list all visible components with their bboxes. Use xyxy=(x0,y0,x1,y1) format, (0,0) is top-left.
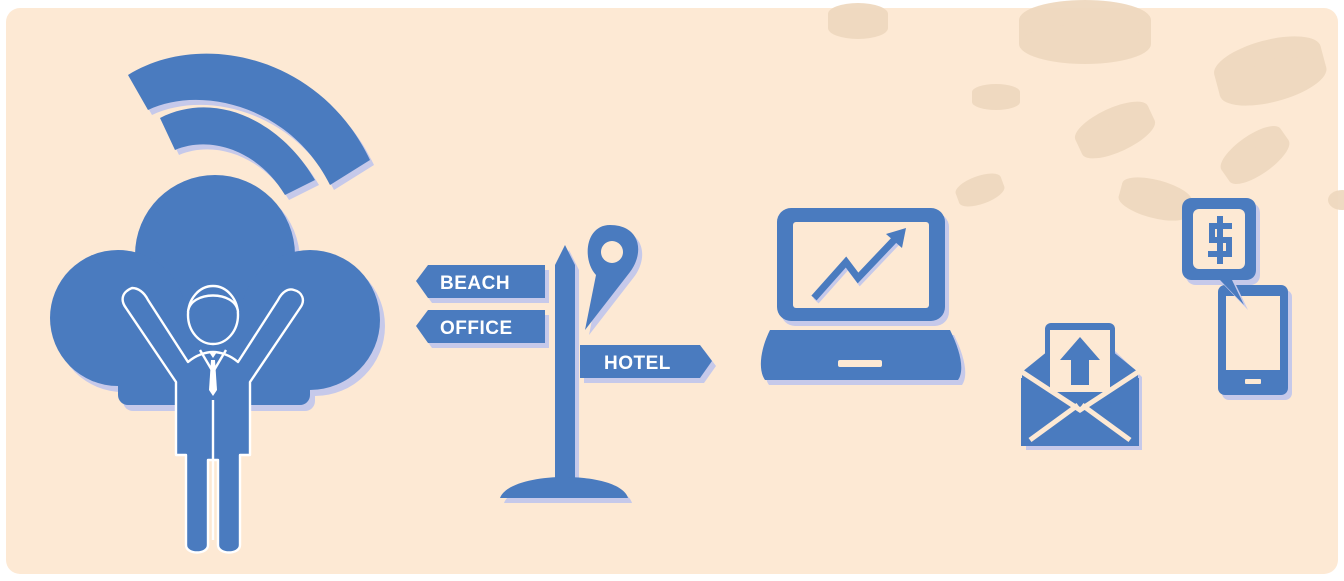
smartphone-icon xyxy=(1218,285,1292,400)
coin-icon xyxy=(1019,0,1151,64)
signpost-pole xyxy=(555,245,575,480)
coin-icon xyxy=(1074,101,1156,159)
coins-background xyxy=(828,0,1344,221)
signpost-icon: BEACH OFFICE HOTEL xyxy=(416,225,716,503)
laptop-trackpad xyxy=(838,360,882,367)
coin-icon xyxy=(1328,190,1344,210)
coin-icon xyxy=(955,173,1005,207)
sign-office-label: OFFICE xyxy=(440,318,513,339)
coin-icon xyxy=(1214,36,1327,106)
sign-beach-label: BEACH xyxy=(440,273,510,294)
signpost-base xyxy=(500,477,628,498)
envelope-upload-icon xyxy=(1020,323,1142,450)
wifi-signal-icon xyxy=(128,53,374,200)
remote-work-illustration: BEACH OFFICE HOTEL xyxy=(50,0,1344,554)
laptop-growth-chart-icon xyxy=(760,208,966,385)
phone-home-button xyxy=(1245,379,1261,384)
coin-icon xyxy=(972,84,1020,110)
sign-hotel-label: HOTEL xyxy=(604,353,671,374)
coin-icon xyxy=(1220,126,1290,184)
person-arms-raised-icon xyxy=(121,284,305,554)
dollar-sign-icon xyxy=(1208,216,1232,264)
coin-icon xyxy=(828,3,888,39)
